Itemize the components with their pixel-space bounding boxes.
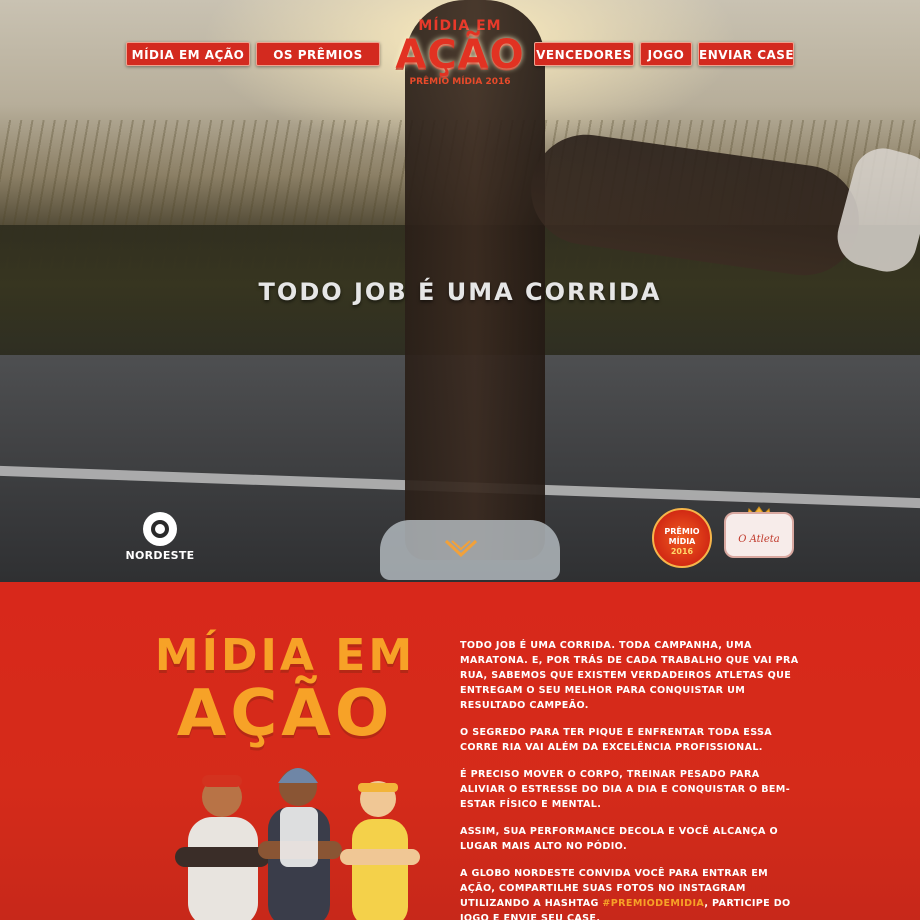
nav-jogo[interactable]: JOGO	[640, 42, 692, 66]
intro-paragraph: É PRECISO MOVER O CORPO, TREINAR PESADO …	[460, 769, 791, 810]
premio-badge-year: 2016	[670, 547, 694, 556]
nav-os-premios[interactable]: OS PRÊMIOS	[256, 42, 380, 66]
premio-midia-badge: PRÊMIO MÍDIA 2016	[652, 508, 712, 568]
nav-midia-em-acao[interactable]: MÍDIA EM AÇÃO	[126, 42, 250, 66]
globo-nordeste-logo: NORDESTE	[120, 512, 200, 564]
intro-paragraph: O SEGREDO PARA TER PIQUE E ENFRENTAR TOD…	[460, 727, 773, 753]
section-title-line2: AÇÃO	[176, 677, 394, 751]
hero-banner: MÍDIA EM AÇÃO OS PRÊMIOS VENCEDORES JOGO…	[0, 0, 920, 582]
intro-paragraph: TODO JOB É UMA CORRIDA. TODA CAMPANHA, U…	[460, 640, 799, 711]
nav-vencedores[interactable]: VENCEDORES	[534, 42, 634, 66]
brand-line2: AÇÃO	[395, 32, 525, 78]
section-title-line1: MÍDIA EM	[154, 630, 416, 681]
globo-icon	[143, 512, 177, 546]
athlete-characters-illustration	[175, 768, 420, 920]
about-section: MÍDIA EM AÇÃO TODO JOB É UMA CORRIDA. TO…	[0, 582, 920, 920]
o-atleta-badge: O Atleta	[724, 512, 794, 558]
premio-badge-label: PRÊMIO MÍDIA	[664, 527, 700, 546]
brand-logo[interactable]: MÍDIA EM AÇÃO PRÊMIO MÍDIA 2016	[390, 18, 530, 100]
intro-copy: TODO JOB É UMA CORRIDA. TODA CAMPANHA, U…	[460, 638, 805, 920]
nav-enviar-case[interactable]: ENVIAR CASE	[698, 42, 794, 66]
intro-paragraph-cta: A GLOBO NORDESTE CONVIDA VOCÊ PARA ENTRA…	[460, 866, 805, 920]
chevron-down-icon[interactable]	[444, 538, 478, 560]
hashtag-link[interactable]: #PREMIODEMIDIA	[602, 898, 704, 909]
intro-paragraph: ASSIM, SUA PERFORMANCE DECOLA E VOCÊ ALC…	[460, 826, 779, 852]
hero-headline: TODO JOB É UMA CORRIDA	[258, 278, 662, 306]
section-title: MÍDIA EM AÇÃO	[140, 630, 430, 751]
globo-label: NORDESTE	[125, 549, 195, 562]
brand-line3: PRÊMIO MÍDIA 2016	[409, 77, 511, 87]
